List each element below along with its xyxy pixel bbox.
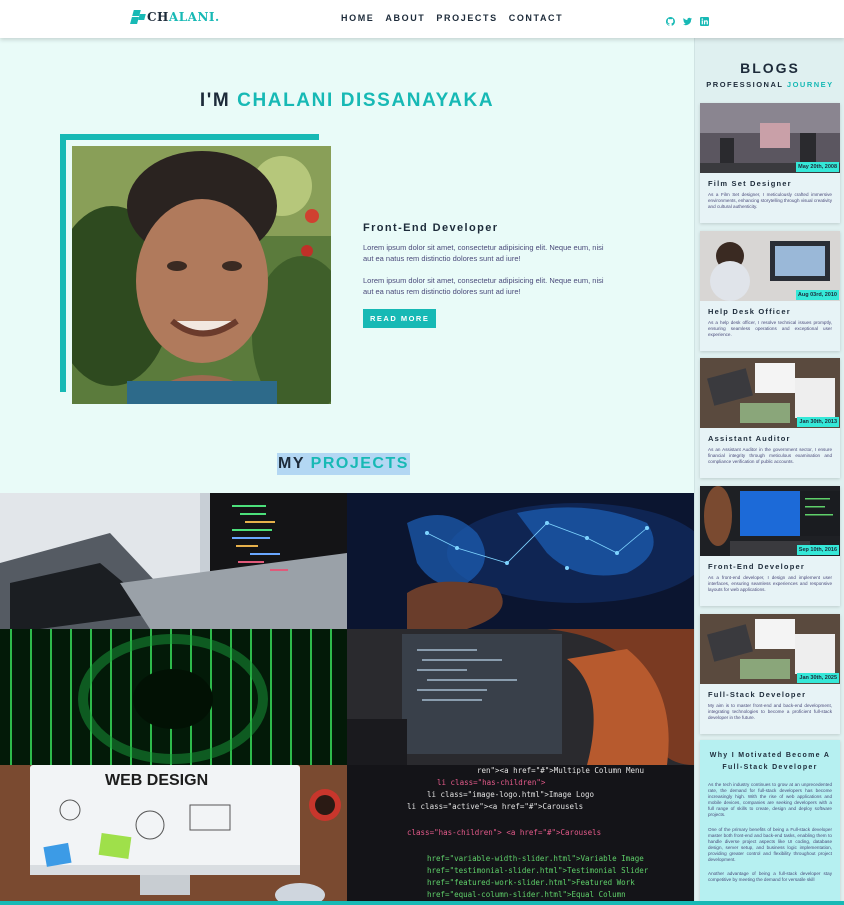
blog-card-title: Front-End Developer [708, 562, 805, 571]
profile-photo [72, 146, 331, 404]
svg-text:ren"><a href="#">Multiple Colu: ren"><a href="#">Multiple Column Menu [477, 766, 644, 775]
blog-card-date: Jan 30th, 2025 [797, 673, 839, 683]
blog-card[interactable]: Jan 30th, 2013 Assistant Auditor As an A… [700, 358, 840, 478]
projects-title: MY PROJECTS [277, 453, 410, 475]
nav-link-home[interactable]: HOME [341, 13, 374, 23]
blog-card-date: Aug 03rd, 2010 [795, 290, 839, 300]
svg-text:href="featured-work-slider.htm: href="featured-work-slider.html">Feature… [427, 878, 635, 887]
project-tile-matrix[interactable] [0, 629, 347, 765]
blog-card-title: Film Set Designer [708, 179, 792, 188]
blog-card-title: Assistant Auditor [708, 434, 791, 443]
twitter-icon[interactable] [683, 13, 692, 26]
motivation-paragraph-3: Another advantage of being a full-stack … [708, 871, 832, 883]
hero-role: Front-End Developer [363, 222, 499, 234]
main-menu: HOME ABOUT PROJECTS CONTACT [341, 13, 563, 23]
blog-card-text: As a front-end developer, I design and i… [708, 575, 832, 593]
blog-card[interactable]: May 20th, 2008 Film Set Designer As a Fi… [700, 103, 840, 223]
github-icon[interactable] [665, 13, 675, 26]
motivation-paragraph-2: One of the primary benefits of being a F… [708, 826, 832, 863]
svg-text:href="variable-width-slider.ht: href="variable-width-slider.html">Variab… [427, 854, 644, 863]
nav-link-about[interactable]: ABOUT [385, 13, 425, 23]
top-navbar: CHALANI. HOME ABOUT PROJECTS CONTACT [0, 0, 844, 38]
blog-card[interactable]: Aug 03rd, 2010 Help Desk Officer As a he… [700, 231, 840, 351]
svg-text:li class="image-logo.html">Ima: li class="image-logo.html">Image Logo [427, 790, 595, 799]
blog-card-date: May 20th, 2008 [796, 162, 839, 172]
motivation-title: Why I Motivated Become A Full-Stack Deve… [709, 752, 831, 771]
nav-link-projects[interactable]: PROJECTS [436, 13, 497, 23]
project-tile-laptop-code[interactable] [0, 493, 347, 629]
read-more-button[interactable]: READ MORE [363, 309, 437, 328]
hero-paragraph-2: Lorem ipsum dolor sit amet, consectetur … [363, 276, 604, 296]
blogs-title: BLOGS [740, 60, 800, 76]
blog-card-image: Jan 30th, 2013 [700, 358, 840, 428]
project-tile-developer-screen[interactable] [347, 629, 694, 765]
blog-card-text: As a help desk officer, I resolve techni… [708, 320, 832, 338]
logo-text: CHALANI. [147, 10, 220, 24]
hero-name: CHALANI DISSANAYAKA [237, 90, 495, 111]
blog-card-title: Help Desk Officer [708, 307, 791, 316]
site-logo[interactable]: CHALANI. [130, 10, 220, 24]
social-links [665, 13, 709, 26]
blog-card-image: Aug 03rd, 2010 [700, 231, 840, 301]
svg-text:li class="active"><a href="#">: li class="active"><a href="#">Carousels [407, 802, 583, 811]
linkedin-icon[interactable] [700, 13, 709, 26]
blog-card-text: As an Assistant Auditor in the governmen… [708, 447, 832, 465]
project-tile-html-code[interactable]: ren"><a href="#">Multiple Column Menu li… [347, 765, 694, 905]
hero-paragraph-1: Lorem ipsum dolor sit amet, consectetur … [363, 243, 604, 263]
hero-info: Front-End Developer Lorem ipsum dolor si… [363, 222, 615, 328]
blogs-sidebar: BLOGS PROFESSIONAL JOURNEY May 20th, 200… [694, 38, 844, 905]
projects-grid: WEB DESIGN ren"><a href="#">Multiple Col… [0, 493, 694, 905]
blog-card-image: May 20th, 2008 [700, 103, 840, 173]
svg-text:href="equal-column-slider.html: href="equal-column-slider.html">Equal Co… [427, 890, 626, 899]
svg-text:href="testimonial-slider.html": href="testimonial-slider.html">Testimoni… [427, 866, 649, 875]
web-design-text: WEB DESIGN [105, 772, 208, 789]
blog-card-image: Sep 10th, 2016 [700, 486, 840, 556]
project-tile-web-design[interactable]: WEB DESIGN [0, 765, 347, 905]
blogs-subtitle: PROFESSIONAL JOURNEY [706, 80, 834, 89]
blog-card-date: Sep 10th, 2016 [796, 545, 839, 555]
motivation-card: Why I Motivated Become A Full-Stack Deve… [700, 740, 840, 905]
svg-text:class="has-children"> <a href=: class="has-children"> <a href="#">Carous… [407, 828, 601, 837]
blog-card-date: Jan 30th, 2013 [797, 417, 839, 427]
nav-link-contact[interactable]: CONTACT [509, 13, 564, 23]
logo-icon [130, 10, 146, 24]
blog-card-title: Full-Stack Developer [708, 690, 807, 699]
blog-card-image: Jan 30th, 2025 [700, 614, 840, 684]
bottom-accent-bar [0, 901, 844, 905]
blog-card-text: As a Film Set designer, I meticulously c… [708, 192, 832, 210]
svg-text:li class="has-children">: li class="has-children"> [437, 778, 546, 787]
project-tile-world-network[interactable] [347, 493, 694, 629]
hero-title: I'M CHALANI DISSANAYAKA [199, 90, 495, 111]
blog-card[interactable]: Sep 10th, 2016 Front-End Developer As a … [700, 486, 840, 606]
blog-card-text: My aim is to master front-end and back-e… [708, 703, 832, 721]
blog-card[interactable]: Jan 30th, 2025 Full-Stack Developer My a… [700, 614, 840, 734]
motivation-paragraph-1: As the tech industry continues to grow a… [708, 782, 832, 818]
